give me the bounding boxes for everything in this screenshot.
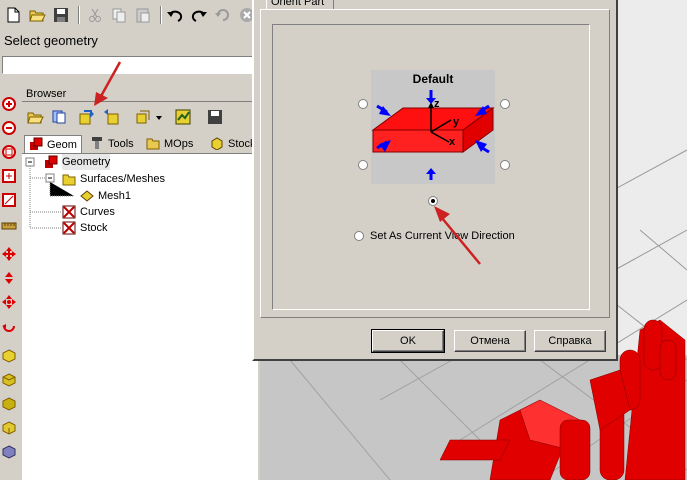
current-view-radio[interactable] bbox=[354, 231, 364, 241]
top-view-icon[interactable] bbox=[1, 372, 17, 388]
open-icon[interactable] bbox=[28, 6, 46, 24]
right-view-icon[interactable] bbox=[1, 420, 17, 436]
preview-graphic bbox=[371, 90, 495, 180]
tab-label: Tools bbox=[108, 138, 134, 150]
undo-icon[interactable] bbox=[166, 6, 184, 24]
zoom-in-icon[interactable] bbox=[1, 96, 17, 112]
zoom-window-icon[interactable] bbox=[1, 144, 17, 160]
browser-title: Browser bbox=[22, 87, 262, 102]
shaded-view-icon[interactable] bbox=[1, 444, 17, 460]
zoom-out-icon[interactable] bbox=[1, 120, 17, 136]
refresh-icon[interactable] bbox=[214, 6, 232, 24]
copy-geometry-icon[interactable] bbox=[50, 108, 68, 126]
browser-toolbar bbox=[22, 104, 258, 130]
orientation-radio-top-left[interactable] bbox=[358, 99, 368, 109]
tools-icon bbox=[92, 137, 102, 149]
orient-part-dialog: Orient Part Default z y x Set As Current… bbox=[252, 0, 618, 361]
orientation-radio-top-right[interactable] bbox=[500, 99, 510, 109]
zoom-extents-icon[interactable] bbox=[1, 168, 17, 184]
main-toolbar bbox=[0, 0, 258, 32]
orientation-radio-bottom-right[interactable] bbox=[500, 160, 510, 170]
tab-stock[interactable]: Stock bbox=[206, 135, 258, 153]
prompt-text: Select geometry bbox=[4, 33, 98, 48]
cancel-button[interactable]: Отмена bbox=[454, 330, 526, 352]
ruler-icon[interactable] bbox=[1, 216, 17, 232]
save-icon[interactable] bbox=[52, 6, 70, 24]
tab-mops[interactable]: MOps bbox=[142, 135, 202, 153]
curves-icon bbox=[62, 205, 76, 219]
rotate-icon[interactable] bbox=[1, 270, 17, 286]
mops-folder-icon bbox=[146, 138, 160, 150]
pan-icon[interactable] bbox=[1, 246, 17, 262]
help-button[interactable]: Справка bbox=[534, 330, 606, 352]
fit-view-icon[interactable] bbox=[1, 192, 17, 208]
stock-icon bbox=[211, 137, 223, 150]
move-icon[interactable] bbox=[1, 294, 17, 310]
properties-icon[interactable] bbox=[174, 108, 192, 126]
tab-geom[interactable]: Geom bbox=[24, 135, 82, 153]
ok-button[interactable]: OK bbox=[371, 329, 445, 353]
redo-icon[interactable] bbox=[190, 6, 208, 24]
axis-label-y: y bbox=[453, 116, 460, 128]
new-icon[interactable] bbox=[4, 6, 22, 24]
spin-icon[interactable] bbox=[1, 318, 17, 334]
annotation-arrow bbox=[94, 61, 122, 106]
geometry-tree: Geometry Surfaces/Meshes Mesh1 Curves St… bbox=[22, 154, 258, 480]
geometry-icon bbox=[45, 155, 58, 168]
open-folder-icon[interactable] bbox=[26, 108, 44, 126]
tab-label: MOps bbox=[164, 138, 194, 150]
geometry-icon bbox=[30, 137, 43, 150]
layers-icon[interactable] bbox=[134, 108, 152, 126]
save-browser-icon[interactable] bbox=[206, 108, 224, 126]
copy-icon[interactable] bbox=[110, 6, 128, 24]
browser-tabs: Geom Tools MOps Stock bbox=[22, 133, 258, 154]
axis-label-x: x bbox=[449, 136, 456, 148]
mesh-icon bbox=[80, 190, 94, 202]
paste-icon[interactable] bbox=[134, 6, 152, 24]
import-geometry-icon[interactable] bbox=[78, 108, 96, 126]
axis-label-z: z bbox=[434, 98, 440, 110]
folder-icon bbox=[62, 174, 76, 186]
tab-label: Geom bbox=[47, 139, 77, 151]
command-input[interactable] bbox=[2, 56, 257, 74]
export-geometry-icon[interactable] bbox=[102, 108, 120, 126]
view-toolbar bbox=[0, 90, 20, 480]
stock-icon bbox=[62, 221, 76, 235]
tab-tools[interactable]: Tools bbox=[86, 135, 138, 153]
iso-view-icon[interactable] bbox=[1, 348, 17, 364]
orientation-preview: Default z y x bbox=[371, 70, 495, 184]
front-view-icon[interactable] bbox=[1, 396, 17, 412]
cut-icon[interactable] bbox=[86, 6, 104, 24]
dropdown-arrow-icon[interactable] bbox=[154, 108, 164, 126]
annotation-arrow bbox=[434, 206, 481, 265]
orientation-radio-bottom-left[interactable] bbox=[358, 160, 368, 170]
